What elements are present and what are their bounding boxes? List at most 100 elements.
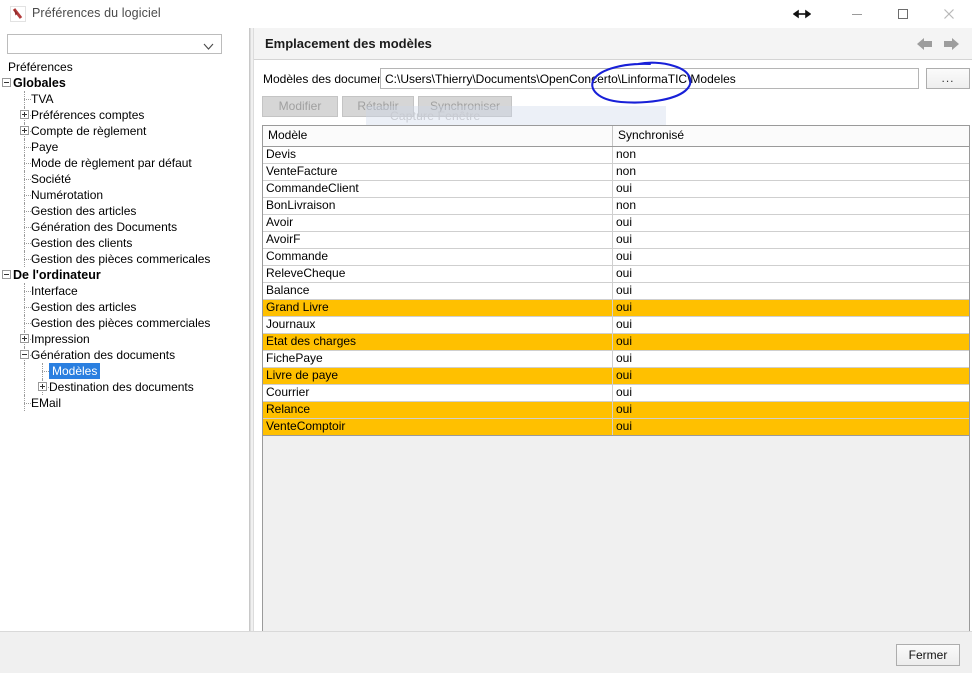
- sidebar-item-num-rotation[interactable]: Numérotation: [6, 187, 244, 203]
- sidebar-item-label: De l'ordinateur: [13, 268, 101, 282]
- templates-path-input[interactable]: C:\Users\Thierry\Documents\OpenConcerto\…: [380, 68, 919, 89]
- sidebar-item-label: Société: [31, 172, 72, 186]
- expand-plus-icon[interactable]: [20, 334, 29, 343]
- sidebar-item-compte-de-r-glement[interactable]: Compte de règlement: [6, 123, 244, 139]
- cell-modele: Etat des charges: [263, 334, 613, 350]
- expand-plus-icon[interactable]: [20, 110, 29, 119]
- sidebar-item-gestion-des-pi-ces-commerciales[interactable]: Gestion des pièces commerciales: [6, 315, 244, 331]
- expand-plus-icon[interactable]: [38, 382, 47, 391]
- preferences-window: Préférences du logiciel Préférences Glob…: [0, 0, 972, 673]
- modifier-button[interactable]: Modifier: [262, 96, 338, 117]
- cell-synchronise: oui: [616, 419, 633, 433]
- sidebar-item-gestion-des-articles[interactable]: Gestion des articles: [6, 299, 244, 315]
- cell-modele: Balance: [263, 283, 613, 299]
- table-row[interactable]: ReleveCheque oui: [263, 266, 969, 283]
- sidebar-item-label: EMail: [31, 396, 62, 410]
- cell-modele: Livre de paye: [263, 368, 613, 384]
- cell-modele: Avoir: [263, 215, 613, 231]
- cell-synchronise: oui: [616, 334, 633, 348]
- table-row[interactable]: FichePaye oui: [263, 351, 969, 368]
- collapse-minus-icon[interactable]: [2, 78, 11, 87]
- sidebar-item-gestion-des-clients[interactable]: Gestion des clients: [6, 235, 244, 251]
- table-row[interactable]: Commande oui: [263, 249, 969, 266]
- tree-connector-horizontal: [24, 179, 31, 181]
- table-row[interactable]: Balance oui: [263, 283, 969, 300]
- arrow-right-icon[interactable]: [942, 36, 960, 52]
- table-row[interactable]: VenteComptoir oui: [263, 419, 969, 436]
- close-button[interactable]: Fermer: [896, 644, 960, 666]
- cell-modele: ReleveCheque: [263, 266, 613, 282]
- main-content-panel: Emplacement des modèles Modèles des docu…: [254, 28, 972, 663]
- sidebar-item-g-n-ration-des-documents[interactable]: Génération des documents: [6, 347, 244, 363]
- arrow-left-icon[interactable]: [916, 36, 934, 52]
- cell-synchronise: non: [616, 198, 637, 212]
- table-row[interactable]: AvoirF oui: [263, 232, 969, 249]
- sidebar-item-label: Compte de règlement: [31, 124, 147, 138]
- close-window-button[interactable]: [926, 0, 972, 28]
- sidebar-item-label: Mode de règlement par défaut: [31, 156, 192, 170]
- sidebar-item-mode-de-r-glement-par-d-faut[interactable]: Mode de règlement par défaut: [6, 155, 244, 171]
- cell-modele: Journaux: [263, 317, 613, 333]
- preferences-tree[interactable]: Préférences Globales TVA Préférences compte…: [2, 59, 244, 411]
- table-row[interactable]: CommandeClient oui: [263, 181, 969, 198]
- sidebar-item-g-n-ration-des-documents[interactable]: Génération des Documents: [6, 219, 244, 235]
- column-header-synchronise[interactable]: Synchronisé: [613, 126, 969, 146]
- table-row[interactable]: Avoir oui: [263, 215, 969, 232]
- table-row[interactable]: Relance oui: [263, 402, 969, 419]
- sidebar-item-de-l-ordinateur[interactable]: De l'ordinateur: [2, 267, 244, 283]
- table-row[interactable]: Courrier oui: [263, 385, 969, 402]
- sidebar-item-pr-f-rences-comptes[interactable]: Préférences comptes: [6, 107, 244, 123]
- table-header-row: Modèle Synchronisé: [263, 126, 969, 147]
- preferences-search-combobox[interactable]: [7, 34, 222, 54]
- cell-modele: Grand Livre: [263, 300, 613, 316]
- table-row[interactable]: Grand Livre oui: [263, 300, 969, 317]
- templates-table[interactable]: Modèle Synchronisé Devis non VenteFacture n…: [262, 125, 970, 633]
- cell-modele: VenteFacture: [263, 164, 613, 180]
- table-row[interactable]: Livre de paye oui: [263, 368, 969, 385]
- sidebar-item-interface[interactable]: Interface: [6, 283, 244, 299]
- sidebar-item-globales[interactable]: Globales: [2, 75, 244, 91]
- table-row[interactable]: Devis non: [263, 147, 969, 164]
- horizontal-resize-cursor-icon: [792, 5, 812, 23]
- tree-connector-horizontal: [24, 163, 31, 165]
- table-row[interactable]: VenteFacture non: [263, 164, 969, 181]
- app-icon: [10, 6, 26, 22]
- cell-modele: Relance: [263, 402, 613, 418]
- tree-connector-horizontal: [42, 371, 49, 373]
- table-row[interactable]: Etat des charges oui: [263, 334, 969, 351]
- table-row[interactable]: Journaux oui: [263, 317, 969, 334]
- sidebar-item-mod-les[interactable]: Modèles: [6, 363, 244, 379]
- sidebar-item-label: Gestion des articles: [31, 300, 137, 314]
- sidebar-item-impression[interactable]: Impression: [6, 331, 244, 347]
- maximize-button[interactable]: [880, 0, 926, 28]
- sidebar-item-label: TVA: [31, 92, 54, 106]
- expand-plus-icon[interactable]: [20, 126, 29, 135]
- sidebar-item-label: Préférences comptes: [31, 108, 145, 122]
- sidebar-item-soci-t[interactable]: Société: [6, 171, 244, 187]
- column-header-modele[interactable]: Modèle: [263, 126, 613, 146]
- tree-connector-horizontal: [24, 147, 31, 149]
- tree-root-label: Préférences: [6, 59, 244, 75]
- chevron-down-icon: [203, 40, 214, 54]
- sidebar-item-destination-des-documents[interactable]: Destination des documents: [6, 379, 244, 395]
- browse-folder-button[interactable]: ...: [926, 68, 970, 89]
- collapse-minus-icon[interactable]: [20, 350, 29, 359]
- sidebar-item-label: Gestion des pièces commerciales: [31, 316, 211, 330]
- minimize-button[interactable]: [834, 0, 880, 28]
- tree-root-text: Préférences: [8, 60, 73, 74]
- sidebar-item-paye[interactable]: Paye: [6, 139, 244, 155]
- table-row[interactable]: BonLivraison non: [263, 198, 969, 215]
- title-bar: Préférences du logiciel: [0, 0, 972, 28]
- sidebar-item-label: Globales: [13, 76, 66, 90]
- sidebar-item-gestion-des-pi-ces-commericales[interactable]: Gestion des pièces commericales: [6, 251, 244, 267]
- tree-connector-vertical: [24, 363, 26, 379]
- cell-synchronise: oui: [616, 283, 633, 297]
- sidebar-item-gestion-des-articles[interactable]: Gestion des articles: [6, 203, 244, 219]
- sidebar-item-label: Génération des documents: [31, 348, 176, 362]
- tree-connector-horizontal: [24, 227, 31, 229]
- tree-connector-horizontal: [24, 291, 31, 293]
- collapse-minus-icon[interactable]: [2, 270, 11, 279]
- window-title: Préférences du logiciel: [32, 6, 161, 20]
- sidebar-item-email[interactable]: EMail: [6, 395, 244, 411]
- sidebar-item-tva[interactable]: TVA: [6, 91, 244, 107]
